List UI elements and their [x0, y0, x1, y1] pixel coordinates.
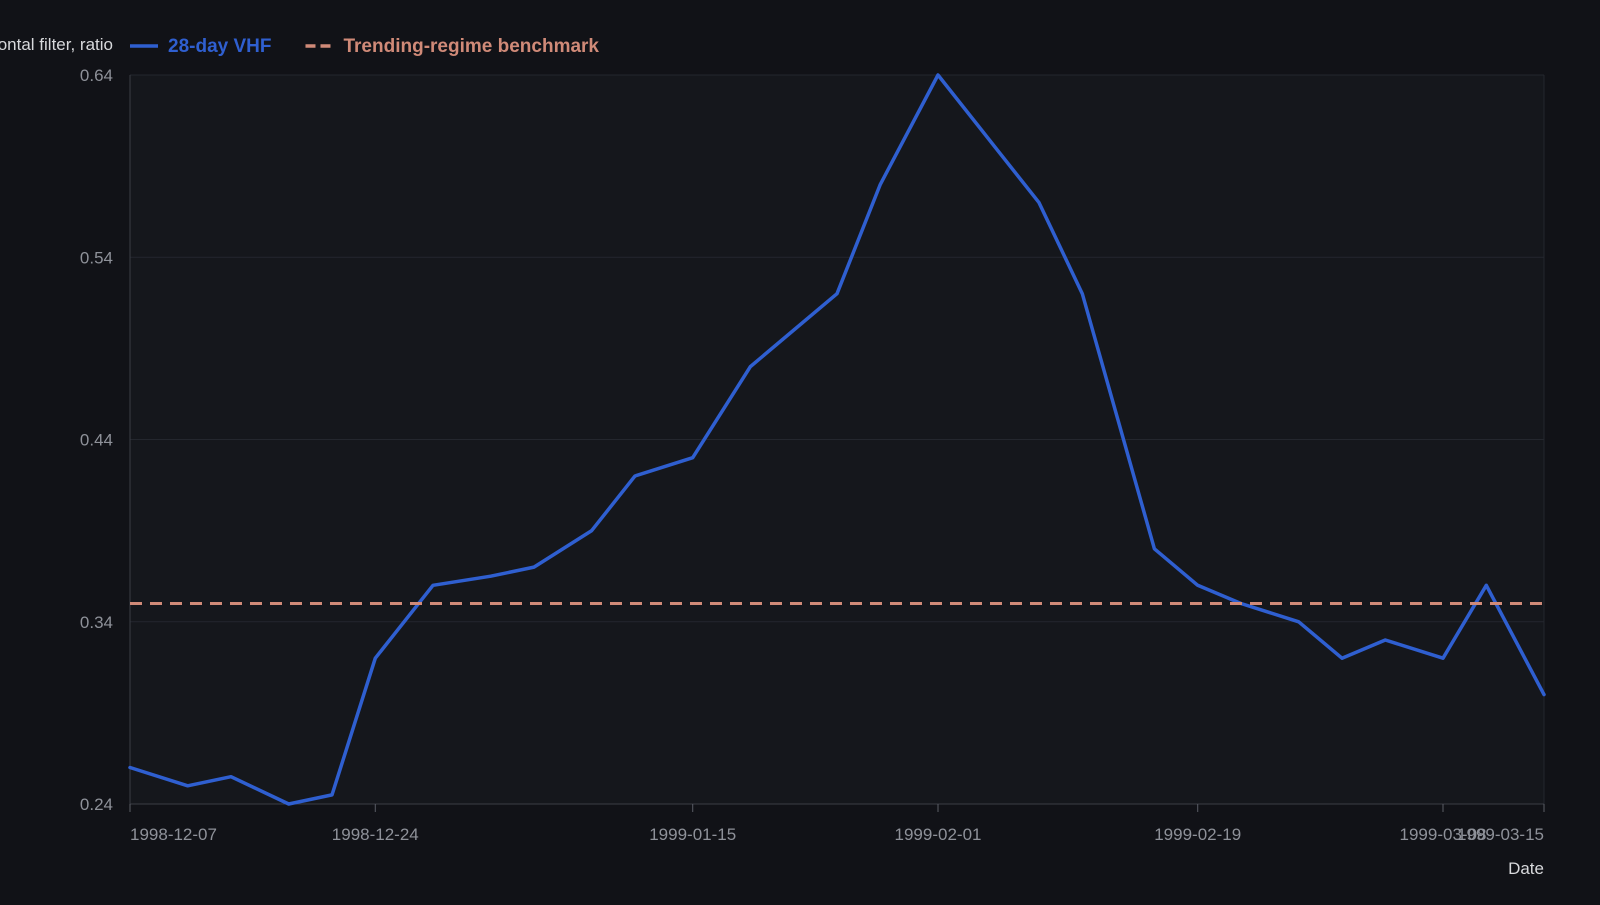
y-tick-label: 0.24	[80, 795, 113, 814]
x-tick-label: 1998-12-24	[332, 825, 419, 844]
y-tick-label: 0.54	[80, 248, 113, 267]
legend-item-benchmark-label: Trending-regime benchmark	[343, 36, 599, 57]
y-axis-title: Vertical horizontal filter, ratio	[0, 35, 113, 54]
legend-item-vhf-label: 28-day VHF	[168, 36, 271, 57]
line-chart: 0.24 0.34 0.44 0.54 0.64 1998-12-07 1998-12-24…	[0, 35, 1546, 878]
x-tick-label: 1999-01-15	[649, 825, 736, 844]
y-tick-label: 0.44	[80, 431, 113, 450]
x-tick-label: 1999-03-15	[1457, 825, 1544, 844]
x-tick-label: 1999-02-19	[1154, 825, 1241, 844]
y-tick-label: 0.64	[80, 66, 113, 85]
legend: 28-day VHF Trending-regime benchmark	[130, 36, 599, 57]
x-tick-label: 1998-12-07	[130, 825, 217, 844]
x-tick-label: 1999-02-01	[895, 825, 982, 844]
chart-container: 0.24 0.34 0.44 0.54 0.64 1998-12-07 1998-12-24…	[0, 0, 1600, 900]
x-axis-title: Date	[1508, 859, 1544, 878]
y-tick-label: 0.34	[80, 613, 113, 632]
